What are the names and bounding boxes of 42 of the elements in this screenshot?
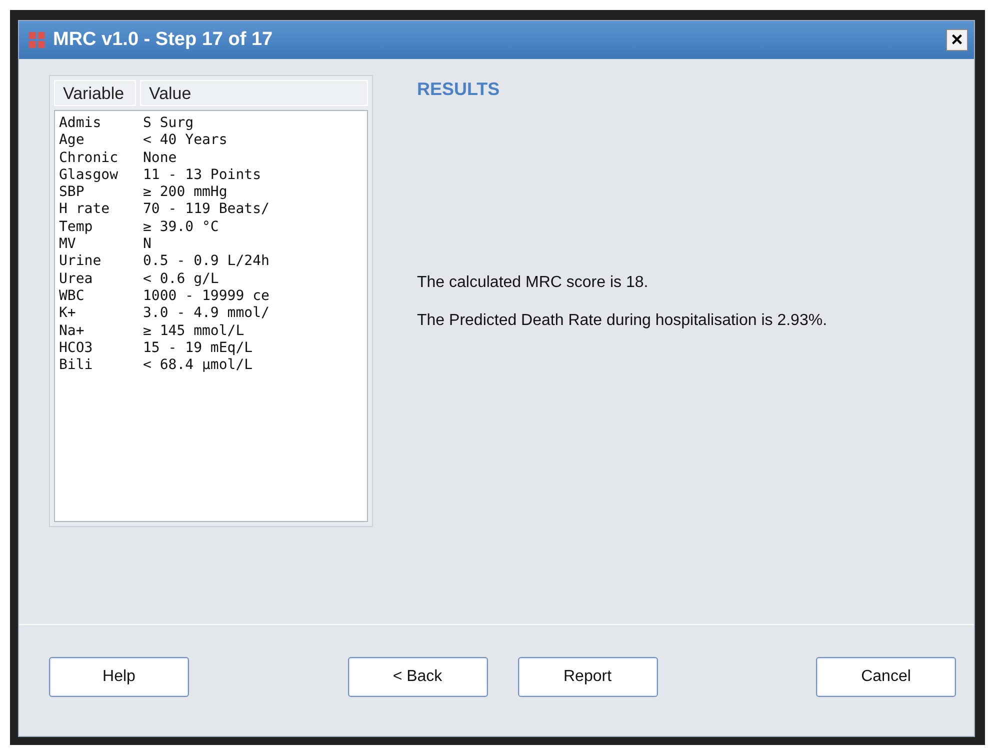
result-text: The Predicted Death Rate during hospitalisation is 2.93%. (417, 311, 828, 331)
variable-cell-text: Urea (59, 270, 94, 288)
variable-cell-text: Admis (59, 115, 102, 132)
value-cell-text: ≥ 200 mmHg (143, 184, 228, 202)
value-cell-text: 15 - 19 mEq/L (143, 340, 254, 358)
variable-cell-text: WBC (59, 288, 86, 306)
variable-cell-text: MV (59, 236, 77, 254)
variable-cell-text: K+ (59, 305, 77, 323)
value-cell-text: 11 - 13 Points (143, 166, 262, 184)
result-text: The calculated MRC score is 18. (417, 273, 650, 293)
dialog-button[interactable]: < Back (348, 656, 488, 696)
variable-cell-text: Na+ (59, 322, 86, 340)
close-button[interactable]: × (946, 29, 968, 51)
variable-cell-text: Bili (59, 357, 94, 374)
value-cell-text: < 40 Years (143, 132, 228, 150)
variable-cell-text: SBP (59, 184, 86, 202)
value-cell-text: 3.0 - 4.9 mmol/ (143, 305, 270, 323)
variable-cell-text: HCO3 (59, 340, 94, 358)
variable-cell-text: Chronic (59, 150, 120, 167)
column-header[interactable]: Variable (54, 80, 136, 106)
column-header[interactable]: Value (140, 80, 368, 106)
variable-cell-text: Age (59, 132, 86, 150)
window-title: MRC v1.0 - Step 17 of 17 (53, 29, 274, 51)
variable-cell-text: Temp (59, 218, 94, 236)
results-heading: RESULTS (417, 79, 501, 100)
value-cell-text: S Surg (143, 115, 195, 132)
dialog-button[interactable]: Cancel (816, 656, 956, 696)
variable-cell-text: Glasgow (59, 166, 120, 184)
app-icon (29, 32, 45, 48)
value-cell-text: 1000 - 19999 ce (143, 288, 270, 306)
dialog-button[interactable]: Report (518, 656, 658, 696)
value-cell-text: ≥ 145 mmol/L (143, 322, 246, 340)
dialog-button[interactable]: Help (49, 656, 189, 696)
value-cell-text: < 68.4 µmol/L (143, 357, 254, 374)
value-cell-text: ≥ 39.0 °C (143, 218, 220, 236)
value-cell-text: 70 - 119 Beats/ (143, 201, 270, 219)
value-cell-text: 0.5 - 0.9 L/24h (143, 253, 270, 271)
variable-cell-text: Urine (59, 253, 102, 271)
value-cell-text: < 0.6 g/L (143, 270, 220, 288)
value-cell-text: None (143, 150, 178, 167)
value-cell-text: N (143, 236, 152, 254)
variable-cell-text: H rate (59, 201, 111, 219)
